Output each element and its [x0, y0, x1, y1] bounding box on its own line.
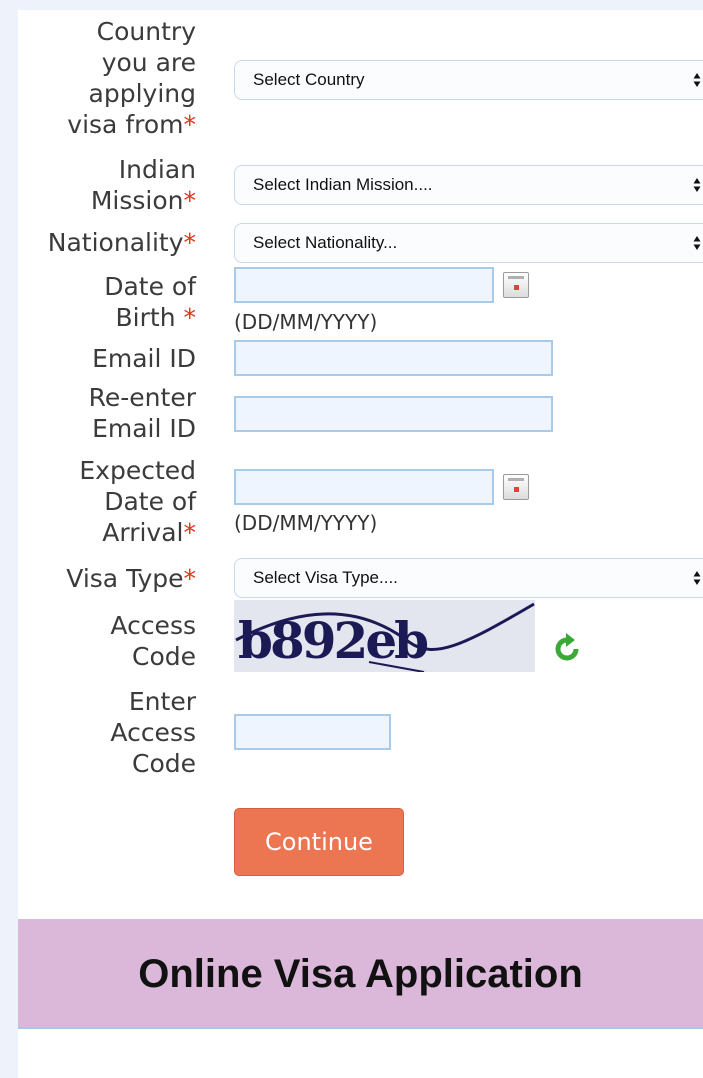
updown-arrows-icon — [693, 73, 701, 87]
enter-access-code-label: Enter Access Code — [110, 687, 196, 778]
dob-input[interactable] — [234, 267, 494, 303]
arrival-input[interactable] — [234, 469, 494, 505]
calendar-icon[interactable] — [503, 474, 529, 500]
nationality-label: Nationality* — [47, 228, 196, 257]
updown-arrows-icon — [693, 178, 701, 192]
continue-button[interactable]: Continue — [234, 808, 404, 876]
reemail-label: Re-enter Email ID — [88, 383, 196, 443]
updown-arrows-icon — [693, 571, 701, 585]
country-label: Country you are applying visa from* — [67, 17, 197, 139]
captcha-image: b892eb — [234, 600, 535, 673]
svg-text:b892eb: b892eb — [238, 611, 427, 670]
email-label: Email ID — [92, 344, 196, 373]
refresh-icon[interactable] — [553, 633, 581, 663]
access-code-label: Access Code — [110, 611, 196, 671]
visa-type-label: Visa Type* — [66, 564, 196, 593]
arrival-format-hint: (DD/MM/YYYY) — [234, 511, 378, 535]
calendar-icon[interactable] — [503, 272, 529, 298]
dob-format-hint: (DD/MM/YYYY) — [234, 310, 378, 334]
page-banner-title: Online Visa Application — [18, 919, 703, 1029]
updown-arrows-icon — [693, 236, 701, 250]
mission-select[interactable]: Select Indian Mission.... — [234, 165, 703, 205]
visa-type-select[interactable]: Select Visa Type.... — [234, 558, 703, 598]
required-mark: * — [183, 110, 197, 139]
reemail-input[interactable] — [234, 396, 553, 432]
mission-label: Indian Mission* — [90, 155, 196, 215]
arrival-label: Expected Date of Arrival* — [79, 456, 196, 547]
access-code-input[interactable] — [234, 714, 391, 750]
country-select[interactable]: Select Country — [234, 60, 703, 100]
nationality-select[interactable]: Select Nationality... — [234, 223, 703, 263]
dob-label: Date of Birth * — [104, 272, 196, 332]
email-input[interactable] — [234, 340, 553, 376]
